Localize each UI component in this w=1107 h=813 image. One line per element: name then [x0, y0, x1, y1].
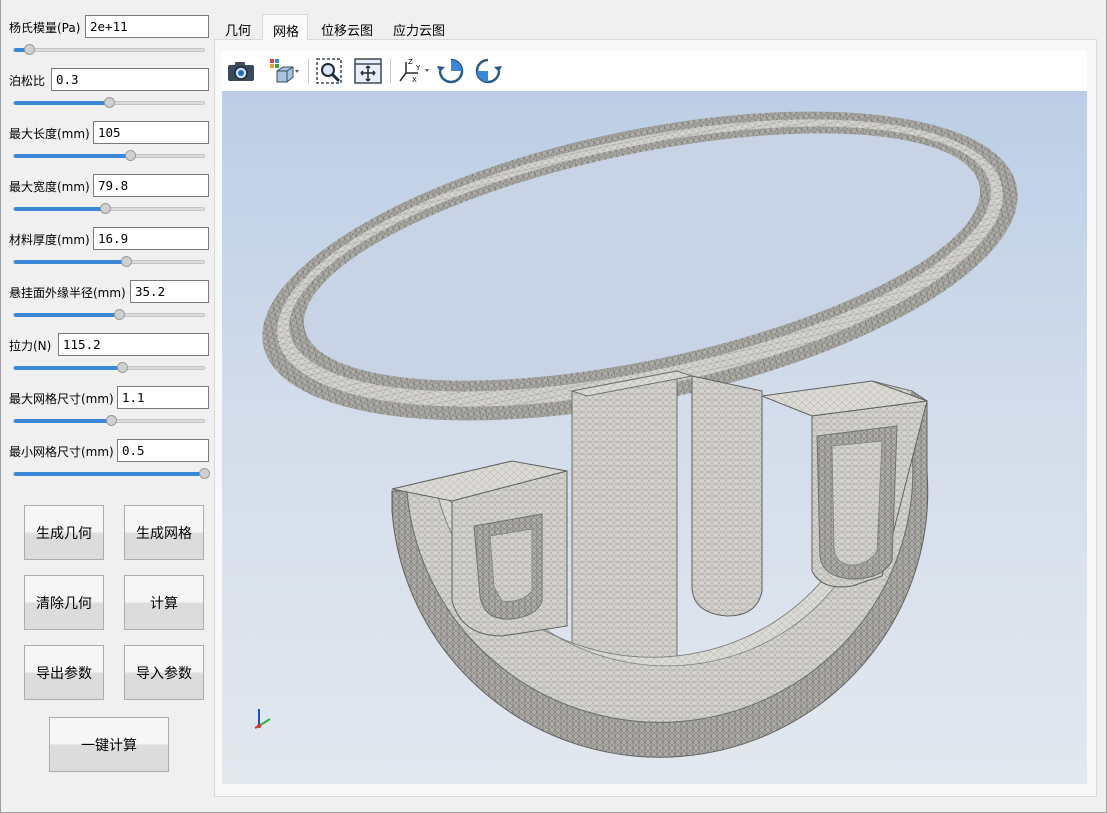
orientation-axes-icon	[254, 709, 271, 729]
material-thickness-slider[interactable]	[13, 256, 205, 267]
tension-slider[interactable]	[13, 362, 205, 373]
axis-y-label: Y	[415, 64, 421, 72]
tab-label: 应力云图	[393, 24, 446, 39]
slider-thumb[interactable]	[199, 468, 210, 479]
tab-mesh[interactable]: 网格	[262, 14, 308, 40]
param-label: 最大宽度(mm)	[9, 180, 90, 194]
param-min-mesh-size: 最小网格尺寸(mm) 0.5	[0, 438, 212, 491]
param-tension: 拉力(N) 115.2	[0, 332, 212, 385]
param-label: 最大网格尺寸(mm)	[9, 392, 114, 406]
param-label: 泊松比	[9, 74, 46, 88]
param-label: 最大长度(mm)	[9, 127, 90, 141]
outer-radius-slider[interactable]	[13, 309, 205, 320]
toolbar-separator	[390, 59, 391, 83]
tab-geometry[interactable]: 几何	[215, 14, 261, 40]
param-poisson-ratio: 泊松比 0.3	[0, 67, 212, 120]
param-max-width: 最大宽度(mm) 79.8	[0, 173, 212, 226]
poisson-ratio-slider[interactable]	[13, 97, 205, 108]
slider-thumb[interactable]	[105, 415, 117, 426]
mesh-center-column	[570, 370, 694, 672]
zoom-box-icon[interactable]	[315, 57, 345, 85]
slider-thumb[interactable]	[113, 309, 125, 320]
poisson-ratio-input[interactable]: 0.3	[51, 68, 209, 91]
max-width-slider[interactable]	[13, 203, 205, 214]
slider-thumb[interactable]	[124, 150, 136, 161]
min-mesh-size-slider[interactable]	[13, 468, 210, 479]
slider-thumb[interactable]	[121, 256, 133, 267]
param-label: 材料厚度(mm)	[9, 233, 90, 247]
min-mesh-size-input[interactable]: 0.5	[117, 439, 209, 462]
slider-thumb[interactable]	[100, 203, 112, 214]
parameter-panel: 杨氏模量(Pa) 2e+11 泊松比 0.3 最大长度(mm) 105 最大宽度…	[0, 0, 212, 813]
one-click-compute-button[interactable]: 一键计算	[49, 717, 169, 772]
youngs-modulus-input[interactable]: 2e+11	[85, 15, 209, 38]
outer-radius-input[interactable]: 35.2	[130, 280, 209, 303]
tab-label: 几何	[225, 24, 252, 39]
axis-z-label: Z	[408, 58, 413, 66]
slider-fill	[14, 154, 132, 158]
mesh-3d-viewport[interactable]	[222, 91, 1087, 784]
param-outer-radius: 悬挂面外缘半径(mm) 35.2	[0, 279, 212, 332]
view-cube-icon[interactable]	[268, 57, 299, 85]
slider-fill	[14, 472, 206, 476]
max-mesh-size-slider[interactable]	[13, 415, 205, 426]
slider-thumb[interactable]	[117, 362, 129, 373]
camera-icon[interactable]	[226, 57, 256, 85]
generate-mesh-button[interactable]: 生成网格	[124, 505, 204, 560]
slider-fill	[14, 101, 110, 105]
max-length-input[interactable]: 105	[93, 121, 209, 144]
tab-label: 位移云图	[321, 24, 374, 39]
axis-x-label: X	[412, 76, 417, 84]
slider-thumb[interactable]	[24, 44, 36, 55]
youngs-modulus-slider[interactable]	[13, 44, 205, 55]
param-label: 拉力(N)	[9, 339, 52, 353]
param-label: 最小网格尺寸(mm)	[9, 445, 114, 459]
compute-button[interactable]: 计算	[124, 575, 204, 630]
rotate-ccw-icon[interactable]	[473, 57, 503, 85]
param-label: 悬挂面外缘半径(mm)	[9, 286, 126, 300]
slider-fill	[14, 366, 124, 370]
max-length-slider[interactable]	[13, 150, 205, 161]
fit-all-icon[interactable]	[353, 57, 383, 85]
max-width-input[interactable]: 79.8	[93, 174, 209, 197]
tab-label: 网格	[273, 25, 300, 40]
max-mesh-size-input[interactable]: 1.1	[117, 386, 209, 409]
param-max-mesh-size: 最大网格尺寸(mm) 1.1	[0, 385, 212, 438]
tab-displacement-contour[interactable]: 位移云图	[311, 14, 383, 40]
slider-thumb[interactable]	[104, 97, 115, 108]
generate-geometry-button[interactable]: 生成几何	[24, 505, 104, 560]
export-params-button[interactable]: 导出参数	[24, 645, 104, 700]
param-label: 杨氏模量(Pa)	[9, 21, 81, 35]
slider-fill	[14, 260, 128, 264]
param-material-thickness: 材料厚度(mm) 16.9	[0, 226, 212, 279]
tension-input[interactable]: 115.2	[58, 333, 209, 356]
material-thickness-input[interactable]: 16.9	[93, 227, 209, 250]
rotate-cw-icon[interactable]	[436, 57, 466, 85]
slider-fill	[14, 313, 120, 317]
mesh-model	[254, 111, 1018, 758]
toolbar-separator	[308, 59, 309, 83]
param-max-length: 最大长度(mm) 105	[0, 120, 212, 173]
axes-icon[interactable]: Z Y X	[396, 57, 432, 85]
tab-stress-contour[interactable]: 应力云图	[383, 14, 455, 40]
param-youngs-modulus: 杨氏模量(Pa) 2e+11	[0, 14, 212, 67]
slider-fill	[14, 207, 107, 211]
slider-fill	[14, 419, 112, 423]
import-params-button[interactable]: 导入参数	[124, 645, 204, 700]
clear-geometry-button[interactable]: 清除几何	[24, 575, 104, 630]
viewer-toolbar: Z Y X	[222, 51, 1087, 91]
